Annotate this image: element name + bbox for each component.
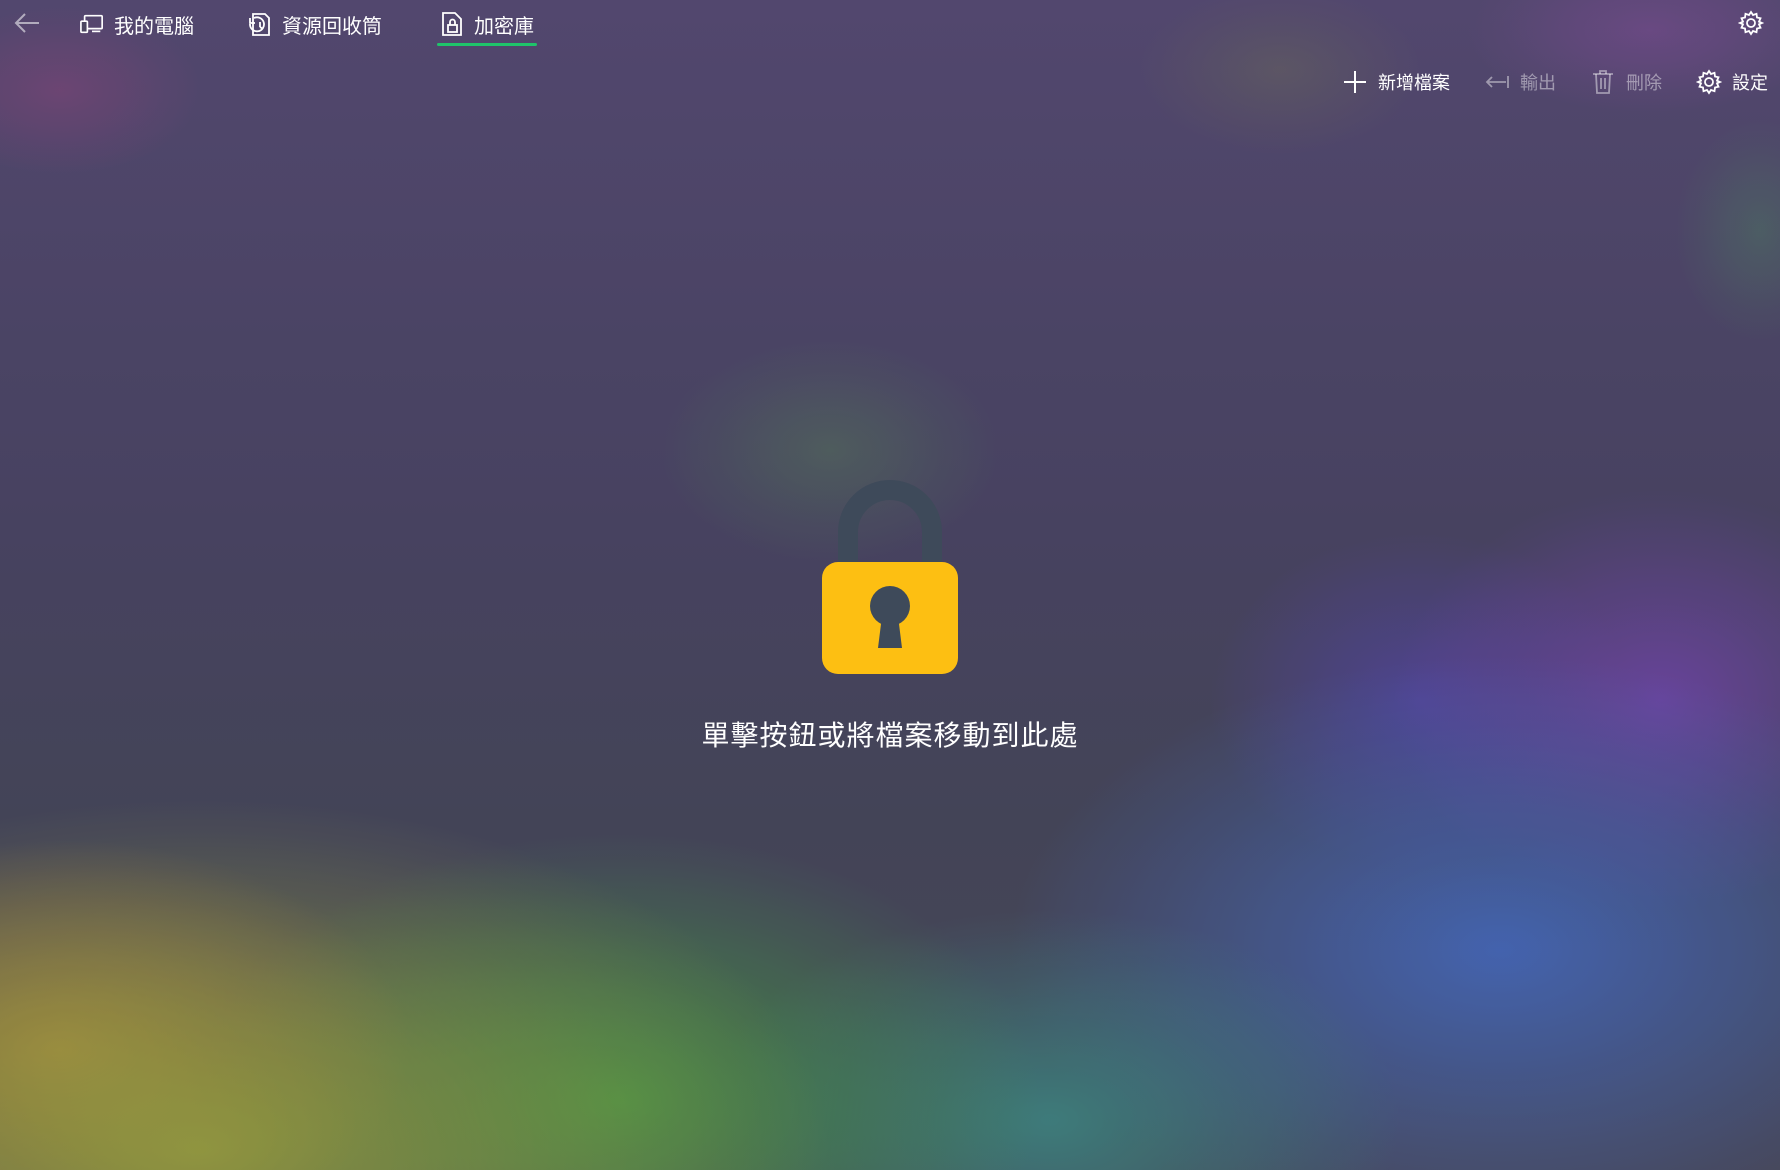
delete-button[interactable]: 刪除: [1590, 69, 1662, 95]
back-button[interactable]: [12, 8, 42, 38]
delete-label: 刪除: [1626, 73, 1662, 94]
settings-label: 設定: [1732, 73, 1768, 94]
add-file-button[interactable]: 新增檔案: [1342, 69, 1450, 95]
app-settings-button[interactable]: [1736, 8, 1766, 38]
back-arrow-icon: [14, 13, 39, 33]
top-navigation: 我的電腦 資源回收筒 加密庫: [0, 0, 1780, 48]
tab-vault[interactable]: 加密庫: [440, 6, 534, 42]
gear-icon: [1738, 10, 1764, 36]
vault-toolbar: 新增檔案 輸出 刪除 設定: [1342, 66, 1768, 98]
gear-icon: [1696, 69, 1722, 95]
vault-settings-button[interactable]: 設定: [1696, 69, 1768, 95]
export-arrow-icon: [1484, 69, 1510, 95]
computer-icon: [80, 11, 104, 37]
vault-empty-state: 單擊按鈕或將檔案移動到此處: [0, 480, 1780, 754]
trash-icon: [1590, 69, 1616, 95]
vault-file-lock-icon: [440, 11, 464, 37]
tab-label: 加密庫: [474, 13, 534, 38]
recycle-restore-icon: [248, 11, 272, 37]
active-tab-indicator: [437, 43, 537, 46]
tab-label: 資源回收筒: [282, 13, 382, 38]
padlock-icon: [822, 480, 958, 674]
add-file-label: 新增檔案: [1378, 73, 1450, 94]
plus-icon: [1342, 69, 1368, 95]
empty-state-message: 單擊按鈕或將檔案移動到此處: [701, 719, 1079, 752]
tab-my-computer[interactable]: 我的電腦: [80, 6, 194, 42]
export-button[interactable]: 輸出: [1484, 69, 1556, 95]
export-label: 輸出: [1520, 73, 1556, 94]
tab-label: 我的電腦: [114, 13, 194, 38]
tab-recycle-bin[interactable]: 資源回收筒: [248, 6, 382, 42]
